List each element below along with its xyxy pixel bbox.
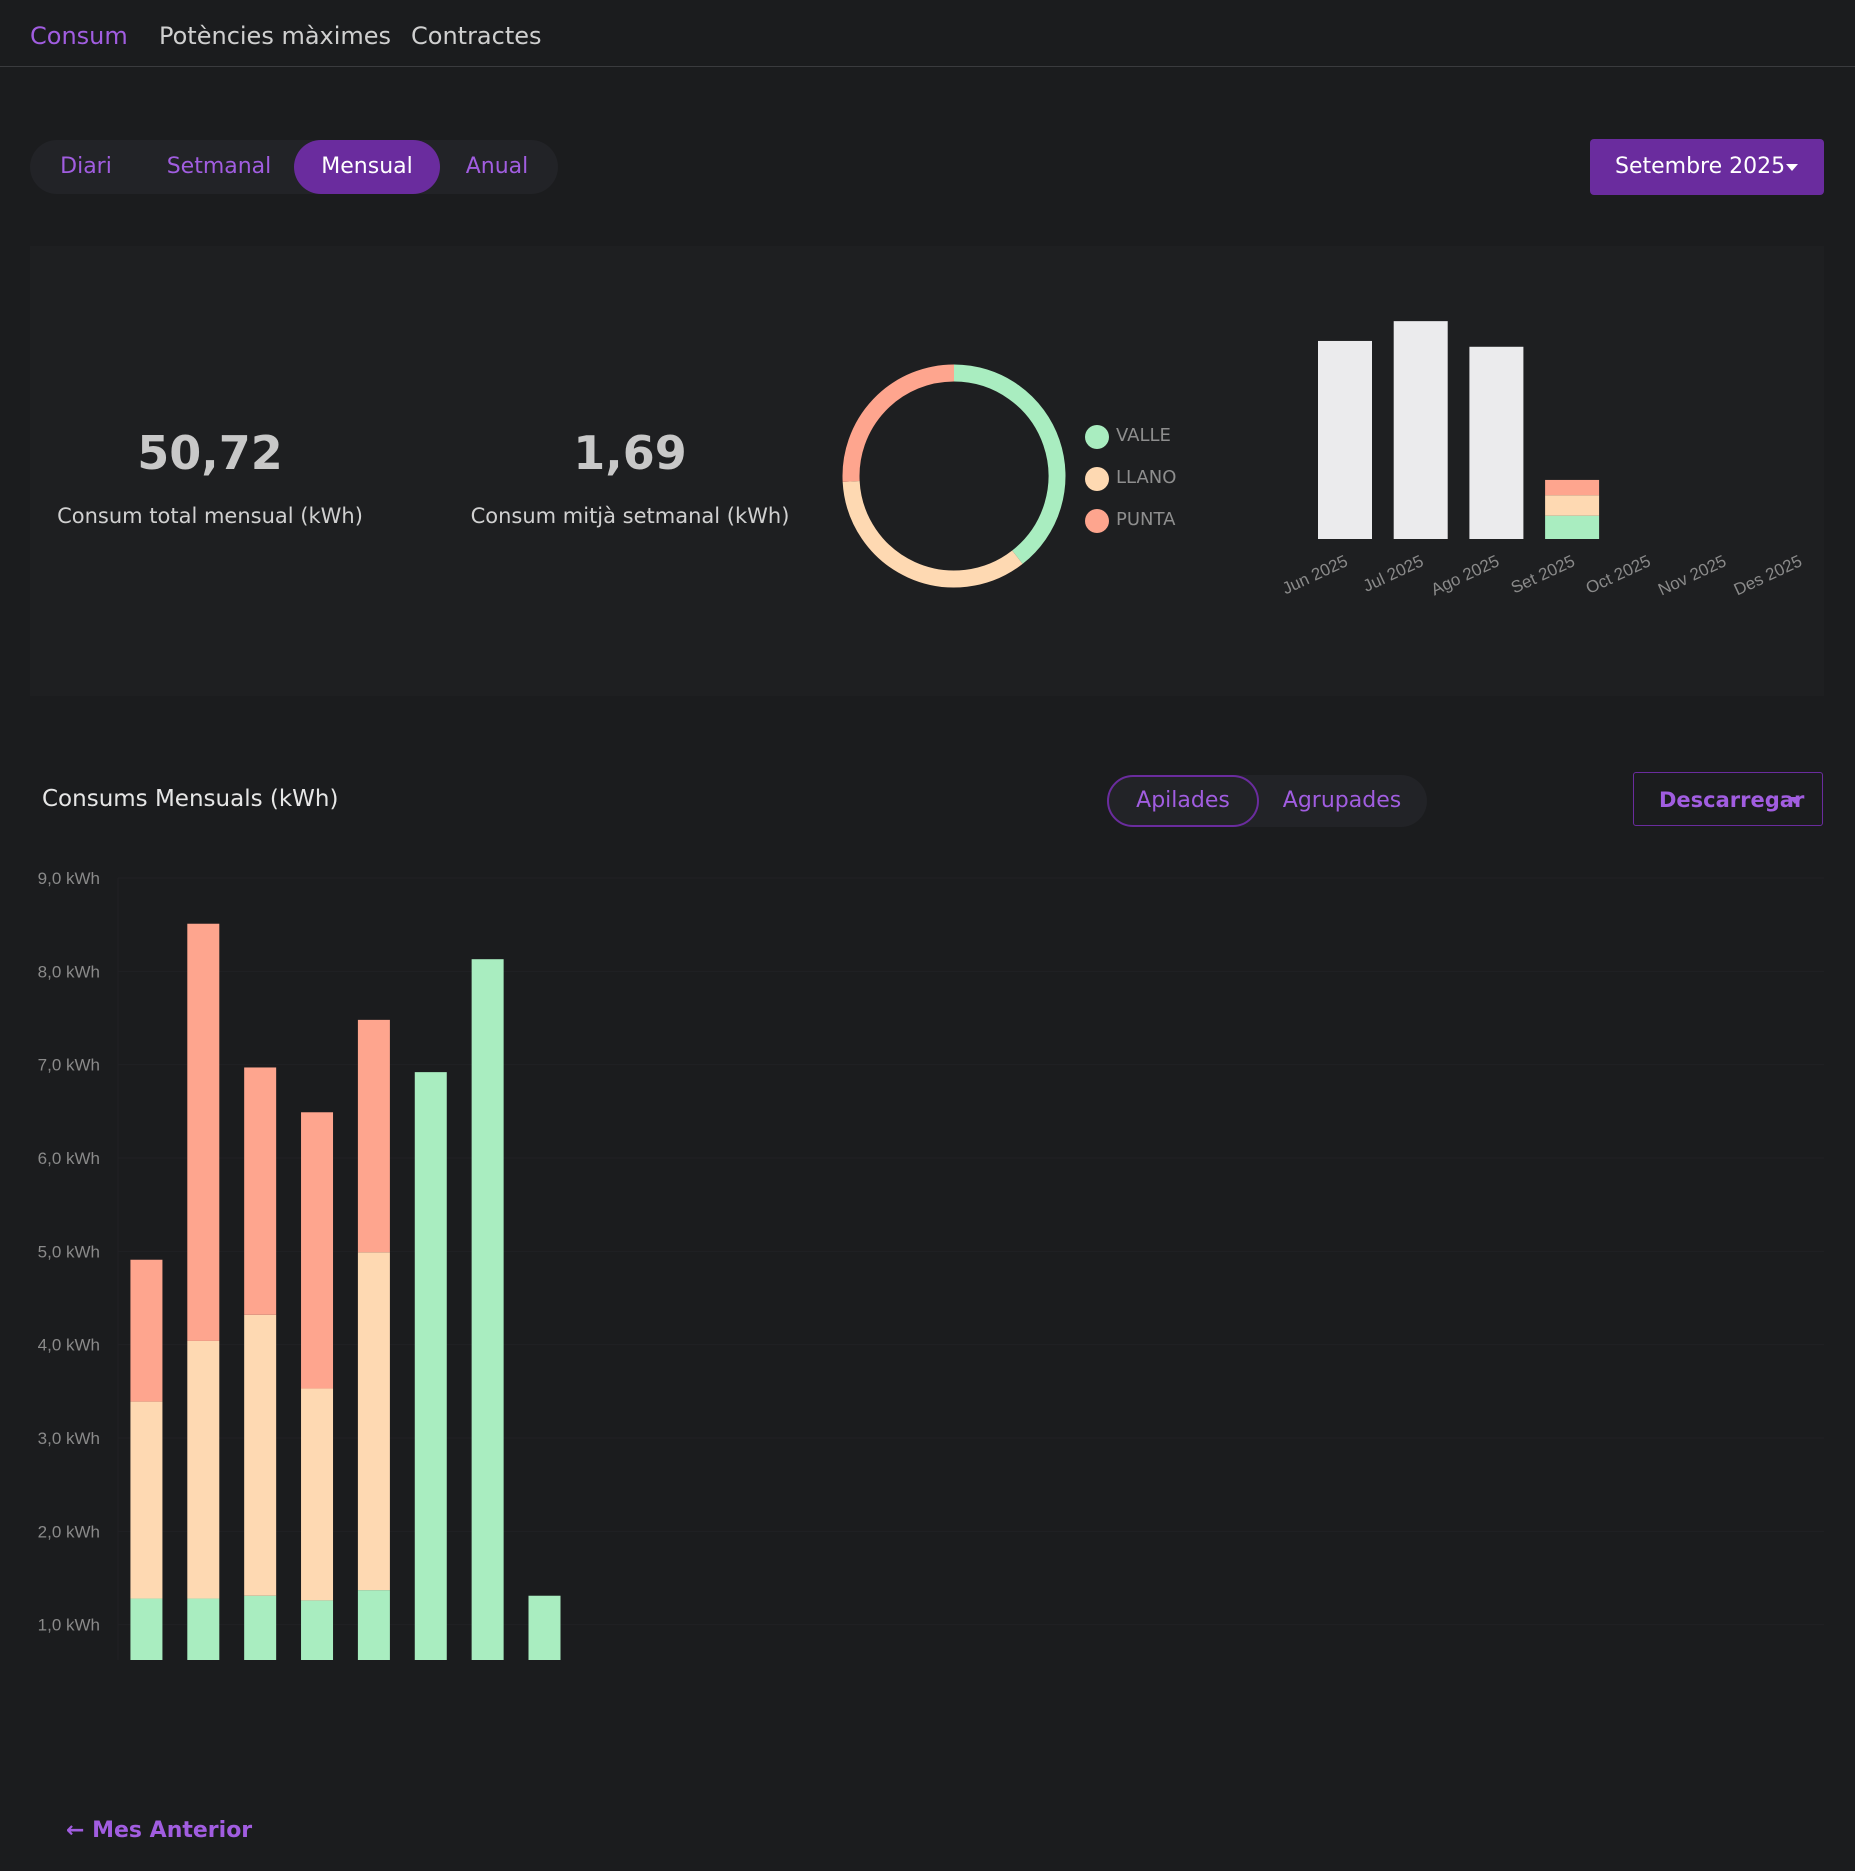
month-selector-button[interactable]: Setembre 2025 — [1590, 139, 1824, 195]
bar-day-02-llano — [187, 1340, 220, 1599]
bar-day-03-llano — [244, 1314, 277, 1596]
y-tick-label: 7,0 kWh — [38, 1056, 100, 1075]
overview-bar-set-2025-3 — [1545, 479, 1600, 496]
bar-day-02-punta — [187, 923, 220, 1341]
bar-day-01-punta — [130, 1259, 163, 1402]
y-tick-label: 4,0 kWh — [38, 1336, 100, 1355]
daily-consumption-chart: 0,0 kWh1,0 kWh2,0 kWh3,0 kWh4,0 kWh5,0 k… — [38, 869, 1824, 1660]
overview-bar-jun-2025-0 — [1318, 340, 1372, 539]
download-button[interactable]: Descarregar — [1633, 772, 1823, 826]
bar-day-05-punta — [357, 1019, 390, 1253]
donut-slice-valle — [953, 364, 1066, 564]
overview-tick-label: Ago 2025 — [1428, 551, 1502, 599]
mode-agrupades-button[interactable]: Agrupades — [1267, 775, 1417, 827]
overview-bar-jul-2025-0 — [1393, 321, 1448, 539]
y-tick-label: 2,0 kWh — [38, 1522, 100, 1541]
tab-potencies-maximes[interactable]: Potències màximes — [159, 22, 391, 50]
overview-tick-label: Nov 2025 — [1655, 551, 1729, 599]
overview-bar-set-2025-1 — [1545, 515, 1600, 539]
tariff-donut-chart — [842, 364, 1066, 588]
bar-day-04-punta — [301, 1112, 334, 1389]
total-consumption-label: Consum total mensual (kWh) — [57, 504, 363, 528]
chart-mode-selector: Apilades Agrupades — [1107, 775, 1427, 827]
overview-tick-label: Jun 2025 — [1279, 551, 1350, 598]
section-title: Consums Mensuals (kWh) — [42, 786, 339, 812]
bar-day-05-valle — [357, 1590, 390, 1660]
donut-slice-llano — [842, 480, 1023, 588]
overview-tick-label: Set 2025 — [1508, 551, 1578, 597]
overview-tick-label: Des 2025 — [1731, 551, 1805, 599]
overview-tick-label: Jul 2025 — [1360, 551, 1426, 595]
bar-day-03-punta — [244, 1067, 277, 1315]
avg-consumption-label: Consum mitjà setmanal (kWh) — [470, 504, 790, 528]
chevron-down-icon — [1786, 164, 1798, 171]
period-anual-button[interactable]: Anual — [442, 140, 552, 194]
y-tick-label: 6,0 kWh — [38, 1149, 100, 1168]
bar-day-03-valle — [244, 1595, 277, 1660]
y-tick-label: 1,0 kWh — [38, 1616, 100, 1635]
arrow-left-icon: ← — [66, 1818, 85, 1843]
y-tick-label: 9,0 kWh — [38, 869, 100, 888]
y-tick-label: 5,0 kWh — [38, 1242, 100, 1261]
tab-consum[interactable]: Consum — [30, 22, 128, 50]
period-diari-button[interactable]: Diari — [36, 140, 136, 194]
overview-bar-set-2025-2 — [1545, 495, 1600, 516]
legend-llano-dot — [1085, 467, 1109, 491]
legend-valle-dot — [1085, 425, 1109, 449]
month-selector-label: Setembre 2025 — [1615, 154, 1786, 179]
previous-month-link[interactable]: ← Mes Anterior — [66, 1818, 252, 1843]
total-consumption-value: 50,72 — [137, 426, 283, 480]
y-tick-label: 8,0 kWh — [38, 962, 100, 981]
bar-day-04-valle — [301, 1600, 334, 1660]
tab-contractes[interactable]: Contractes — [411, 22, 542, 50]
avg-consumption-value: 1,69 — [573, 426, 687, 480]
period-selector: Diari Setmanal Mensual Anual — [30, 140, 558, 194]
top-nav: Consum Potències màximes Contractes — [0, 0, 1855, 67]
bar-day-08-valle — [528, 1595, 561, 1660]
overview-tick-label: Oct 2025 — [1583, 551, 1654, 597]
bar-day-05-llano — [357, 1252, 390, 1591]
legend-punta-label: PUNTA — [1116, 509, 1176, 530]
mode-apilades-button[interactable]: Apilades — [1107, 775, 1259, 827]
period-mensual-button[interactable]: Mensual — [294, 140, 440, 194]
summary-card: 50,72 Consum total mensual (kWh) 1,69 Co… — [30, 246, 1824, 696]
previous-month-label: Mes Anterior — [92, 1818, 253, 1843]
chevron-down-icon — [1789, 797, 1801, 804]
donut-slice-punta — [842, 364, 955, 482]
bar-day-07-valle — [471, 959, 504, 1660]
legend-valle-label: VALLE — [1116, 425, 1171, 446]
bar-day-01-valle — [130, 1598, 163, 1660]
bar-day-02-valle — [187, 1598, 220, 1660]
legend-llano-label: LLANO — [1116, 467, 1177, 488]
legend-punta-dot — [1085, 509, 1109, 533]
bar-day-01-llano — [130, 1401, 163, 1599]
monthly-overview-chart: Jun 2025 Jul 2025 Ago 2025 Set 2025 Oct 2025… — [1279, 321, 1805, 599]
period-setmanal-button[interactable]: Setmanal — [142, 140, 296, 194]
bar-day-06-valle — [414, 1072, 447, 1660]
bar-day-04-llano — [301, 1388, 334, 1601]
download-label: Descarregar — [1659, 788, 1805, 812]
overview-bar-ago-2025-0 — [1469, 346, 1524, 539]
y-tick-label: 3,0 kWh — [38, 1429, 100, 1448]
